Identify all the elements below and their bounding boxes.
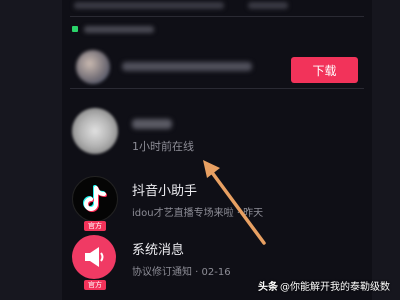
left-margin xyxy=(0,0,62,300)
annotation-arrow-icon xyxy=(203,160,266,245)
right-margin xyxy=(372,0,400,300)
watermark: 头条 @你能解开我的泰勒级数 xyxy=(258,282,390,293)
message-list-screen: 下载 1小时前在线 官方 抖音小助手 idou才艺直播专场来啦 · 昨天 官方 … xyxy=(62,0,372,300)
